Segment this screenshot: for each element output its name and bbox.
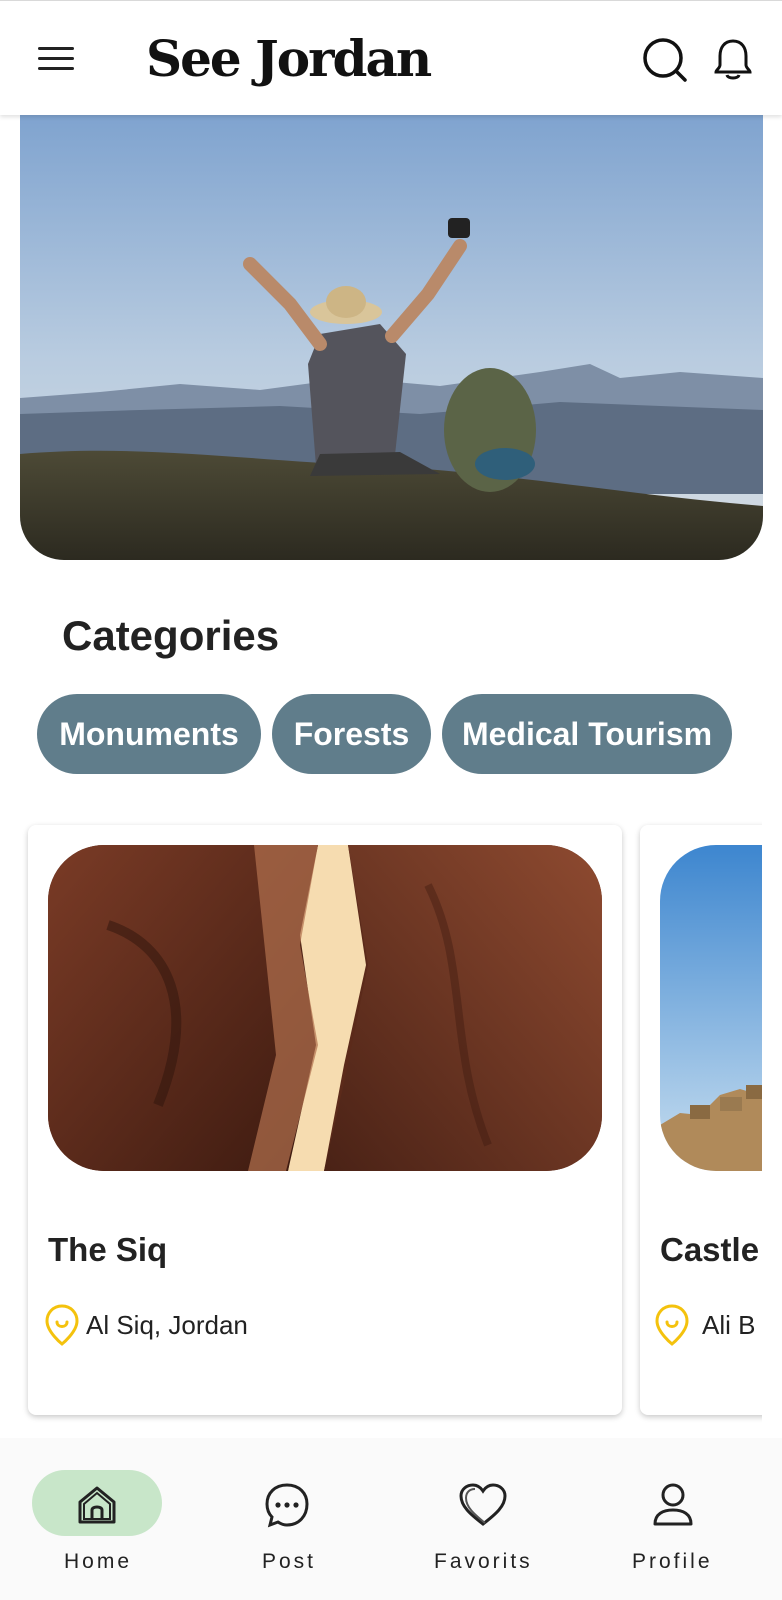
nav-post[interactable]: Post [230, 1470, 390, 1580]
chip-medical-tourism[interactable]: Medical Tourism [442, 694, 732, 774]
nav-favorits-label: Favorits [434, 1550, 533, 1573]
place-location-text: Al Siq, Jordan [86, 1309, 248, 1340]
nav-favorits[interactable]: Favorits [430, 1470, 590, 1580]
nav-profile-label: Profile [632, 1550, 713, 1573]
category-chips: Monuments Forests Medical Tourism [37, 694, 747, 778]
hamburger-menu-icon[interactable] [36, 43, 76, 73]
nav-post-label: Post [262, 1550, 317, 1573]
bell-icon[interactable] [712, 37, 754, 88]
chip-forests[interactable]: Forests [272, 694, 431, 774]
search-icon[interactable] [642, 37, 688, 88]
home-icon [74, 1482, 120, 1528]
location-pin-icon [655, 1304, 689, 1346]
chip-monuments[interactable]: Monuments [37, 694, 261, 774]
hero-image [20, 114, 763, 560]
place-name: The Siq [48, 1231, 168, 1268]
bottom-navigation: Home Post Favorits Profile [0, 1438, 782, 1600]
person-icon [650, 1482, 696, 1528]
app-title: See Jordan [146, 29, 432, 88]
nav-profile[interactable]: Profile [620, 1470, 780, 1580]
place-card[interactable]: Castle Ali B [640, 825, 762, 1415]
place-name: Castle [660, 1231, 760, 1268]
app-header: See Jordan [0, 0, 782, 115]
nav-home-label: Home [64, 1550, 133, 1573]
place-location-text: Ali B [702, 1309, 756, 1340]
location-pin-icon [45, 1304, 79, 1346]
places-carousel[interactable]: The Siq Al Siq, Jordan Castle Ali B [0, 820, 762, 1428]
siq-canyon-photo [48, 845, 602, 1171]
place-location: Al Siq, Jordan [44, 1303, 248, 1347]
heart-icon [458, 1482, 507, 1528]
place-location: Ali B [654, 1303, 755, 1347]
chat-bubble-icon [264, 1482, 310, 1528]
nav-home[interactable]: Home [32, 1470, 192, 1580]
castle-ruins-photo [660, 845, 762, 1171]
categories-heading: Categories [62, 612, 280, 659]
place-card[interactable]: The Siq Al Siq, Jordan [28, 825, 622, 1415]
